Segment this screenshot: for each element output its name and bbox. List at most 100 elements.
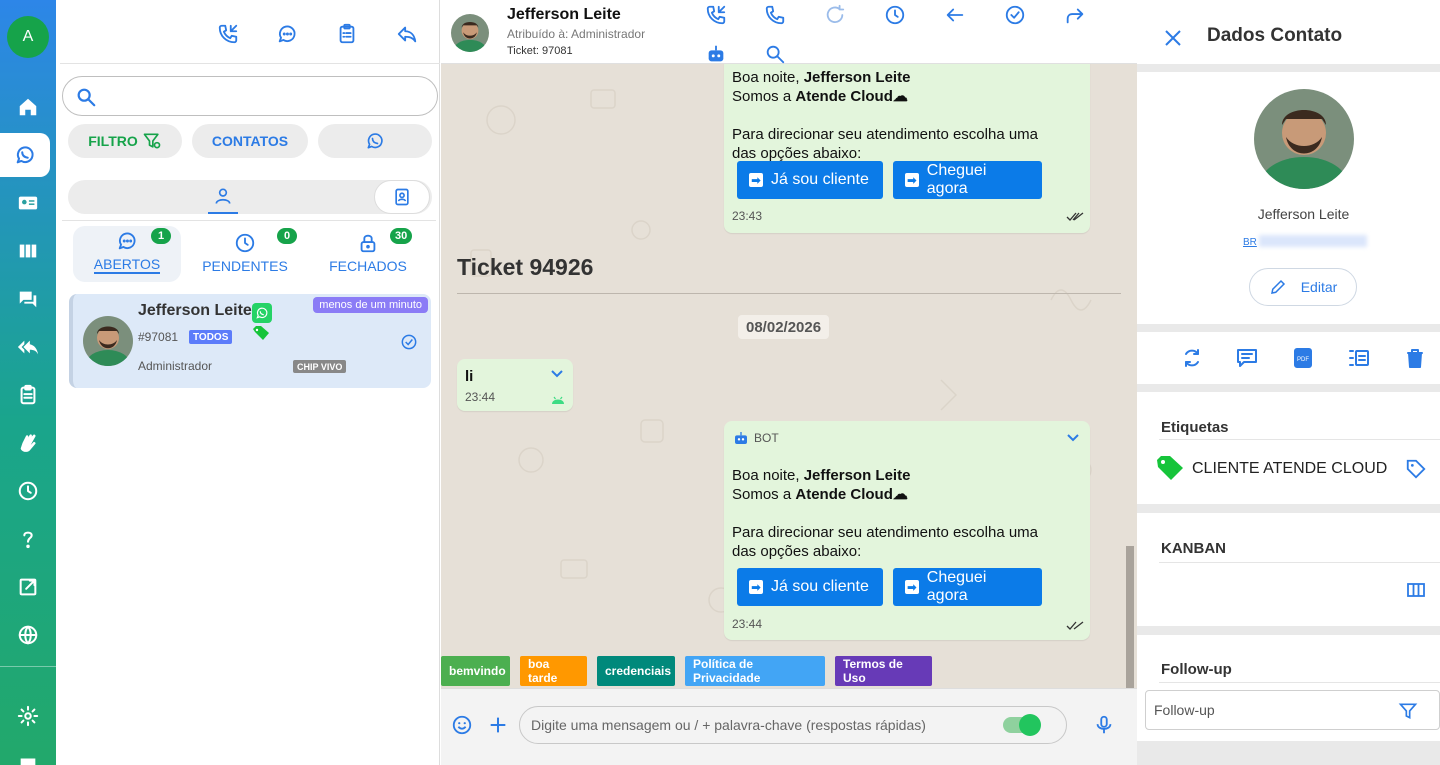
tab-fechados-label: FECHADOS: [329, 258, 407, 274]
chat-bubble-icon: [118, 232, 136, 250]
globe-icon[interactable]: [0, 613, 56, 657]
contact-panel-header: Dados Contato: [1137, 0, 1440, 64]
ticket-search-input[interactable]: [62, 76, 438, 116]
whatsapp-nav-icon[interactable]: [0, 133, 50, 177]
android-icon: [552, 396, 564, 404]
tab-pendentes-count: 0: [277, 228, 297, 244]
home-icon[interactable]: [0, 85, 56, 129]
contact-card-toggle-icon[interactable]: [374, 180, 430, 214]
whatsapp-filter-button[interactable]: [318, 124, 432, 158]
tickets-panel: FILTRO CONTATOS ABERTOS 1 PENDENTES 0 FE…: [60, 0, 440, 765]
reply-icon[interactable]: [393, 20, 421, 48]
call-history-icon[interactable]: [214, 20, 242, 48]
message-composer: Digite uma mensagem ou / + palavra-chave…: [441, 688, 1137, 765]
kanban-icon[interactable]: [1407, 582, 1425, 598]
panel-title: Dados Contato: [1207, 25, 1343, 46]
arrow-right-icon: ➡: [905, 580, 919, 594]
delete-trash-icon[interactable]: [1403, 346, 1427, 370]
sync-icon[interactable]: [1180, 346, 1204, 370]
greeting-line: Boa noite, Jefferson Leite: [732, 69, 911, 86]
search-messages-icon[interactable]: [761, 40, 789, 68]
schedule-clock-icon[interactable]: [0, 469, 56, 513]
message-input[interactable]: Digite uma mensagem ou / + palavra-chave…: [519, 706, 1067, 744]
button-label: Cheguei agora: [926, 569, 987, 604]
bot-icon: [735, 432, 747, 444]
dashboard-icon[interactable]: [0, 742, 56, 765]
contacts-card-icon[interactable]: [0, 181, 56, 225]
followup-select[interactable]: Follow-up: [1145, 690, 1440, 730]
add-tag-icon[interactable]: [1405, 458, 1427, 480]
user-avatar[interactable]: A: [7, 16, 49, 58]
tab-pendentes-label: PENDENTES: [202, 258, 288, 274]
schedule-clock-icon[interactable]: [881, 1, 909, 29]
help-icon[interactable]: [0, 517, 56, 561]
message-time: 23:44: [465, 390, 496, 404]
ja-sou-cliente-button[interactable]: ➡ Já sou cliente: [737, 161, 883, 199]
queue-badge: TODOS: [189, 330, 233, 344]
contacts-label: CONTATOS: [211, 133, 289, 149]
emoji-icon[interactable]: [451, 714, 473, 736]
filter-button[interactable]: FILTRO: [68, 124, 182, 158]
chevron-down-icon[interactable]: [550, 369, 564, 379]
kanban-icon[interactable]: [0, 229, 56, 273]
tab-pendentes[interactable]: PENDENTES 0: [191, 226, 299, 282]
quick-reply-politica[interactable]: Política de Privacidade: [685, 656, 825, 686]
ja-sou-cliente-button[interactable]: ➡ Já sou cliente: [737, 568, 883, 606]
transfer-forward-icon[interactable]: [1061, 1, 1089, 29]
tabs-divider: [62, 220, 436, 221]
cheguei-agora-button[interactable]: ➡ Cheguei agora: [893, 161, 1042, 199]
hand-wave-icon[interactable]: [0, 421, 56, 465]
settings-gear-icon[interactable]: [0, 694, 56, 738]
contact-name: Jefferson Leite: [1257, 206, 1350, 222]
double-check-icon: [1066, 212, 1084, 221]
contact-details-panel: Dados Contato Jefferson Leite BR Editar …: [1137, 0, 1440, 765]
quick-replies-icon[interactable]: [0, 325, 56, 369]
chat-ticket-number: Ticket: 97081: [507, 45, 573, 57]
my-tickets-user-icon[interactable]: [208, 180, 238, 214]
resolve-check-icon[interactable]: [399, 332, 419, 352]
external-link-icon[interactable]: [0, 565, 56, 609]
tab-fechados[interactable]: FECHADOS 30: [314, 226, 422, 282]
refresh-icon[interactable]: [821, 1, 849, 29]
filter-icon[interactable]: [1398, 701, 1418, 721]
phone-number-blurred[interactable]: [1259, 235, 1367, 247]
contacts-button[interactable]: CONTATOS: [192, 124, 308, 158]
quick-reply-bemvindo[interactable]: bemvindo: [441, 656, 510, 686]
chats-icon[interactable]: [0, 277, 56, 321]
chevron-down-icon[interactable]: [1066, 433, 1080, 443]
pdf-export-icon[interactable]: PDF: [1291, 346, 1315, 370]
message-history-icon[interactable]: [1235, 346, 1259, 370]
contact-profile-photo[interactable]: [1254, 89, 1354, 189]
tab-abertos[interactable]: ABERTOS 1: [73, 226, 181, 282]
tag-icon: [1157, 456, 1183, 480]
call-log-icon[interactable]: [702, 1, 730, 29]
close-icon[interactable]: [1164, 29, 1182, 47]
microphone-icon[interactable]: [1093, 714, 1115, 736]
filter-settings-icon: [143, 133, 161, 149]
quick-reply-termos[interactable]: Termos de Uso: [835, 656, 932, 686]
details-list-icon[interactable]: [1347, 346, 1371, 370]
company-line: Somos a Atende Cloud☁: [732, 88, 908, 105]
quick-reply-boa-tarde[interactable]: boa tarde: [520, 656, 587, 686]
quick-replies-bar: bemvindo boa tarde credenciais Política …: [441, 656, 1137, 686]
new-chat-icon[interactable]: [273, 20, 301, 48]
edit-contact-button[interactable]: Editar: [1249, 268, 1357, 306]
signature-toggle[interactable]: [1003, 714, 1041, 736]
attach-plus-icon[interactable]: [487, 714, 509, 736]
resolve-check-icon[interactable]: [1001, 1, 1029, 29]
ticket-divider-line: [457, 293, 1121, 294]
message-time: 23:43: [732, 209, 763, 223]
left-nav-rail: A: [0, 0, 56, 765]
back-arrow-icon[interactable]: [941, 1, 969, 29]
quick-reply-credenciais[interactable]: credenciais: [597, 656, 675, 686]
phone-country[interactable]: BR: [1243, 237, 1257, 248]
cheguei-agora-button[interactable]: ➡ Cheguei agora: [893, 568, 1042, 606]
clipboard-list-icon[interactable]: [333, 20, 361, 48]
bot-icon[interactable]: [702, 40, 730, 68]
whatsapp-icon: [252, 303, 272, 323]
ticket-list-item[interactable]: Jefferson Leite menos de um minuto #9708…: [69, 294, 431, 388]
prompt-line-2: das opções abaixo:: [732, 543, 862, 560]
tasks-clipboard-icon[interactable]: [0, 373, 56, 417]
phone-call-icon[interactable]: [761, 1, 789, 29]
chat-contact-avatar[interactable]: [451, 14, 489, 52]
